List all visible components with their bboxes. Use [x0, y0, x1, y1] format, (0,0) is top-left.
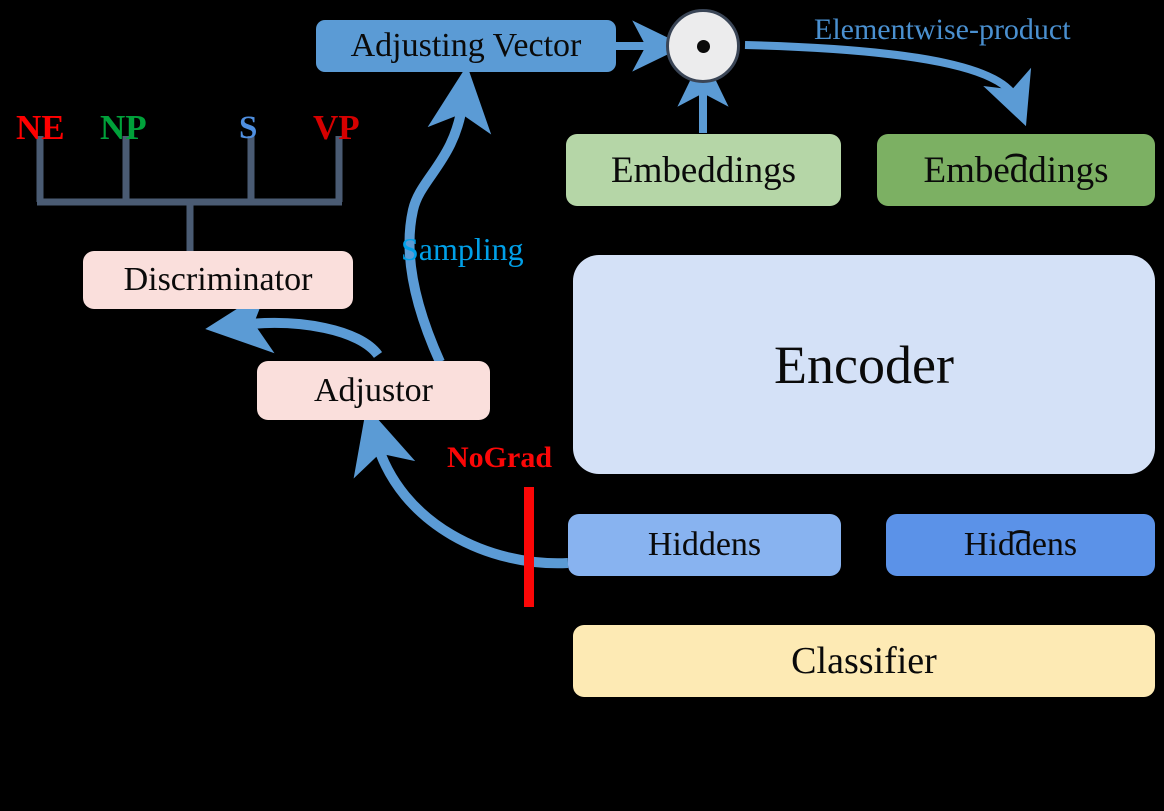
- diagram-canvas: NE NP S VP Adjusting Vector Discriminato…: [0, 0, 1164, 811]
- label-nograd: NoGrad: [447, 441, 552, 474]
- node-adjusting-vector-label: Adjusting Vector: [350, 27, 582, 64]
- node-hiddens-tilde[interactable]: ⌢ Hiddens: [886, 512, 1155, 576]
- tree-connectors: [36, 136, 343, 253]
- node-hiddens-tilde-wrap: ⌢ Hiddens: [963, 512, 1078, 563]
- node-encoder-label: Encoder: [774, 334, 954, 395]
- node-classifier[interactable]: Classifier: [573, 625, 1155, 697]
- node-embeddings-label: Embeddings: [611, 149, 796, 191]
- label-elementwise-product: Elementwise-product: [814, 13, 1071, 46]
- node-embeddings-tilde-label: Embeddings: [923, 149, 1109, 191]
- node-classifier-label: Classifier: [791, 640, 937, 682]
- arrow-adjustor-to-discriminator: [205, 289, 383, 359]
- node-embeddings-tilde-wrap: ⌢ Embeddings: [923, 134, 1109, 191]
- tree-leaf-NE: NE: [16, 108, 65, 147]
- node-encoder[interactable]: Encoder: [573, 255, 1155, 474]
- node-hiddens[interactable]: Hiddens: [568, 514, 841, 576]
- arrow-product-to-embeddings-tilde: [744, 41, 1032, 127]
- node-embeddings[interactable]: Embeddings: [566, 134, 841, 206]
- tree-leaf-NP: NP: [100, 108, 147, 147]
- node-adjustor-label: Adjustor: [314, 371, 433, 409]
- node-hiddens-tilde-label: Hiddens: [963, 526, 1078, 563]
- node-adjustor[interactable]: Adjustor: [257, 361, 490, 420]
- label-sampling: Sampling: [401, 231, 524, 267]
- node-embeddings-tilde[interactable]: ⌢ Embeddings: [877, 134, 1155, 206]
- nograd-barrier-icon: [524, 487, 534, 607]
- node-adjusting-vector[interactable]: Adjusting Vector: [316, 20, 616, 72]
- node-discriminator[interactable]: Discriminator: [83, 251, 353, 309]
- tree-leaf-VP: VP: [313, 108, 360, 147]
- node-hiddens-label: Hiddens: [647, 526, 762, 563]
- tree-leaf-S: S: [239, 110, 258, 146]
- elementwise-product-operator-icon[interactable]: [666, 9, 740, 83]
- node-discriminator-label: Discriminator: [123, 261, 313, 298]
- product-dot-icon: [696, 39, 710, 53]
